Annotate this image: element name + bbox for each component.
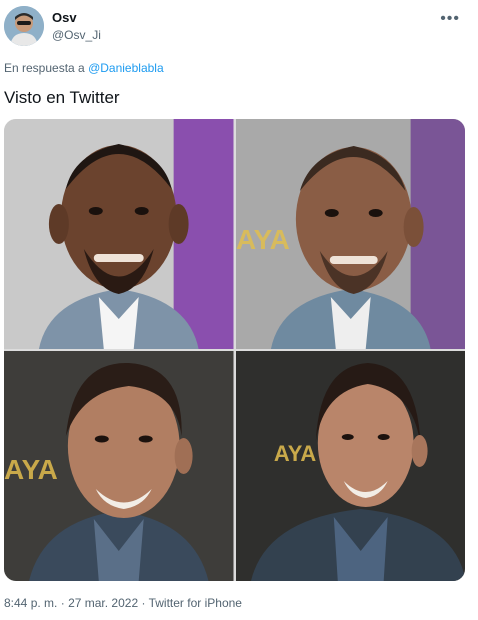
author-handle[interactable]: @Osv_Ji bbox=[52, 28, 101, 42]
reply-prefix: En respuesta a bbox=[4, 61, 85, 75]
avatar[interactable] bbox=[4, 6, 44, 46]
avatar-image bbox=[4, 6, 44, 46]
photo-image: AYA bbox=[235, 351, 465, 581]
tweet-date[interactable]: 27 mar. 2022 bbox=[68, 596, 138, 610]
tweet-text: Visto en Twitter bbox=[4, 88, 120, 107]
media-photo-1[interactable] bbox=[4, 119, 234, 349]
tweet-meta: 8:44 p. m. · 27 mar. 2022 · Twitter for … bbox=[4, 596, 242, 610]
photo-image: AYA bbox=[235, 119, 465, 349]
backdrop-text: AYA bbox=[4, 454, 58, 485]
backdrop-text: AYA bbox=[273, 441, 315, 466]
media-photo-3[interactable]: AYA bbox=[4, 351, 234, 581]
media-grid: AYA AYA AYA bbox=[4, 119, 465, 581]
tweet: Osv @Osv_Ji ••• En respuesta a @Daniebla… bbox=[0, 0, 478, 620]
photo-image bbox=[4, 119, 234, 349]
meta-separator: · bbox=[60, 596, 65, 610]
media-photo-4[interactable]: AYA bbox=[235, 351, 465, 581]
backdrop-text: AYA bbox=[236, 224, 290, 255]
media-photo-2[interactable]: AYA bbox=[235, 119, 465, 349]
reply-mention-link[interactable]: @Danieblabla bbox=[88, 61, 164, 75]
more-horizontal-icon[interactable]: ••• bbox=[440, 10, 460, 28]
photo-image: AYA bbox=[4, 351, 234, 581]
tweet-time[interactable]: 8:44 p. m. bbox=[4, 596, 57, 610]
meta-separator: · bbox=[141, 596, 146, 610]
reply-context: En respuesta a @Danieblabla bbox=[4, 61, 164, 75]
tweet-source[interactable]: Twitter for iPhone bbox=[149, 596, 242, 610]
author-name[interactable]: Osv bbox=[52, 10, 77, 25]
